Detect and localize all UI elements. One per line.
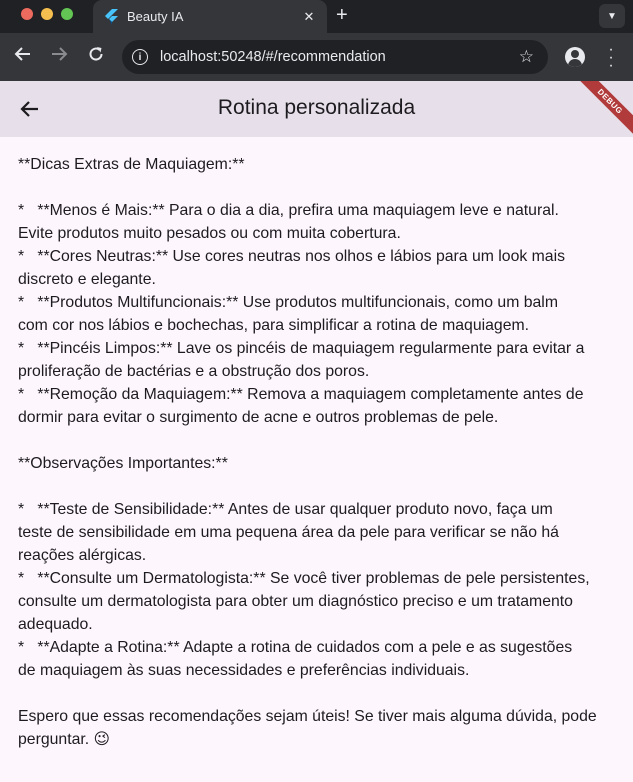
text-line: teste de sensibilidade em uma pequena ár… <box>18 524 559 541</box>
close-window-button[interactable] <box>21 8 33 20</box>
text-line: * **Menos é Mais:** Para o dia a dia, pr… <box>18 202 559 219</box>
tab-close-icon[interactable]: ✕ <box>299 9 319 25</box>
browser-toolbar: i localhost:50248/#/recommendation ☆ · · · <box>0 33 633 81</box>
chevron-down-icon: ▼ <box>607 10 617 22</box>
reload-icon[interactable] <box>87 45 105 68</box>
text-line: * **Cores Neutras:** Use cores neutras n… <box>18 248 566 265</box>
tab-search-button[interactable]: ▼ <box>599 4 625 28</box>
text-line <box>18 429 615 452</box>
back-arrow-icon[interactable] <box>14 45 32 68</box>
text-line: **Observações Importantes:** <box>18 455 228 472</box>
url-text[interactable]: localhost:50248/#/recommendation <box>160 49 519 65</box>
text-line <box>18 176 615 199</box>
flutter-favicon-icon <box>103 8 119 25</box>
text-line: Evite produtos muito pesados ou com muit… <box>18 225 401 242</box>
debug-banner: DEBUG <box>573 81 633 141</box>
text-line: * **Teste de Sensibilidade:** Antes de u… <box>18 501 553 518</box>
text-line: com cor nos lábios e bochechas, para sim… <box>18 317 530 334</box>
bookmark-star-icon[interactable]: ☆ <box>519 47 534 67</box>
text-line: * **Produtos Multifuncionais:** Use prod… <box>18 294 558 311</box>
text-line: * **Consulte um Dermatologista:** Se voc… <box>18 570 590 587</box>
text-line: discreto e elegante. <box>18 271 156 288</box>
app-bar: Rotina personalizada DEBUG <box>0 81 633 138</box>
text-line: reações alérgicas. <box>18 547 147 564</box>
recommendation-text: **Dicas Extras de Maquiagem:** * **Menos… <box>0 137 633 751</box>
profile-avatar-icon[interactable] <box>565 47 585 67</box>
text-line: perguntar. 😉 <box>18 731 110 748</box>
maximize-window-button[interactable] <box>61 8 73 20</box>
more-menu-icon[interactable]: · · · <box>606 42 616 74</box>
new-tab-button[interactable]: + <box>336 4 348 26</box>
text-line <box>18 475 615 498</box>
text-line: consulte um dermatologista para obter um… <box>18 593 573 610</box>
text-line: * **Adapte a Rotina:** Adapte a rotina d… <box>18 639 573 656</box>
text-line <box>18 682 615 705</box>
tab-title: Beauty IA <box>127 9 184 24</box>
text-line: proliferação de bactérias e a obstrução … <box>18 363 370 380</box>
app-viewport: Rotina personalizada DEBUG **Dicas Extra… <box>0 81 633 782</box>
text-line: de maquiagem às suas necessidades e pref… <box>18 662 470 679</box>
text-line: **Dicas Extras de Maquiagem:** <box>18 156 245 173</box>
window-controls <box>21 8 73 20</box>
text-line: Espero que essas recomendações sejam úte… <box>18 708 597 725</box>
text-line: dormir para evitar o surgimento de acne … <box>18 409 499 426</box>
address-bar[interactable]: i localhost:50248/#/recommendation ☆ <box>122 40 548 74</box>
forward-arrow-icon[interactable] <box>50 45 68 68</box>
debug-label: DEBUG <box>573 81 633 138</box>
page-title: Rotina personalizada <box>217 96 416 119</box>
text-line: * **Pincéis Limpos:** Lave os pincéis de… <box>18 340 585 357</box>
minimize-window-button[interactable] <box>41 8 53 20</box>
text-line: adequado. <box>18 616 93 633</box>
browser-tab[interactable]: Beauty IA ✕ <box>93 0 327 33</box>
text-line: * **Remoção da Maquiagem:** Remova a maq… <box>18 386 584 403</box>
site-info-icon[interactable]: i <box>132 49 148 65</box>
browser-tab-bar: Beauty IA ✕ + ▼ <box>0 0 633 33</box>
